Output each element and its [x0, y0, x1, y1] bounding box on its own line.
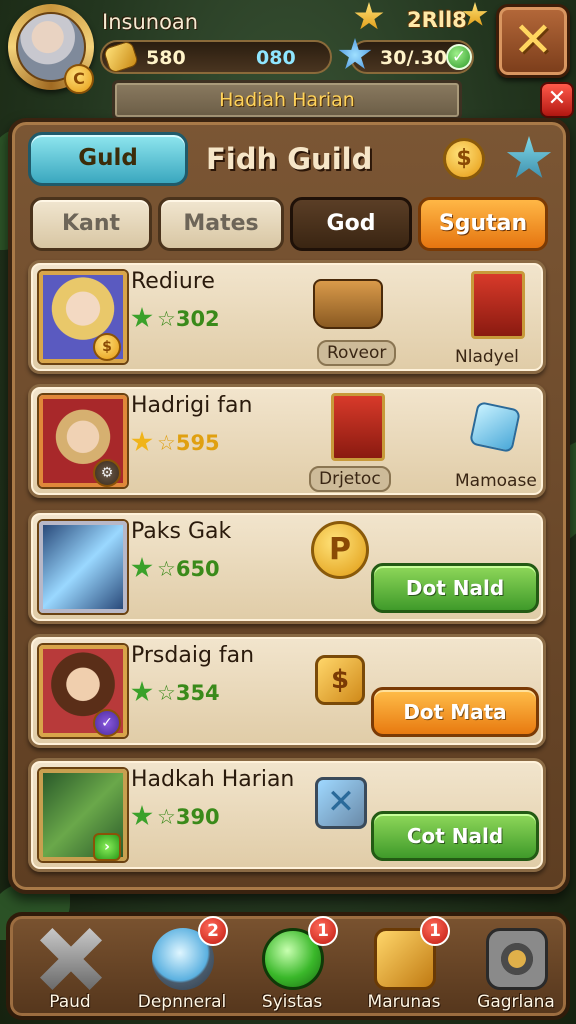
panel-title: Fidh Guild [206, 142, 373, 176]
nav-label: Marunas [367, 992, 441, 1012]
next-arrow-icon: › [93, 833, 121, 861]
tab-mates[interactable]: Mates [158, 197, 284, 251]
settings-gear-icon: ⚙ [93, 459, 121, 487]
crossed-tools-icon [40, 928, 102, 990]
member-name: Paks Gak [131, 519, 232, 544]
banner-item-icon[interactable] [471, 271, 525, 339]
member-name: Hadkah Harian [131, 767, 295, 792]
daily-reward-banner[interactable]: Hadiah Harian [112, 80, 462, 120]
star-icon [354, 2, 384, 30]
currency-bar: 580 080 [100, 40, 332, 74]
member-score: ☆595 [131, 431, 220, 455]
member-score: ☆354 [131, 681, 220, 705]
member-action-button[interactable]: Cot Nald [371, 811, 539, 861]
player-name: Insunoan [102, 10, 199, 34]
nav-label: Paud [49, 992, 91, 1012]
notification-badge: 2 [198, 916, 228, 946]
item-label: Roveor [317, 340, 397, 366]
member-name: Hadrigi fan [131, 393, 253, 418]
ice-cube-item-icon[interactable] [468, 400, 522, 454]
star-icon [131, 681, 153, 702]
star-icon [131, 805, 153, 826]
nav-item-gagrlana[interactable]: Gagrlana [460, 916, 572, 1024]
gold-amount: 580 [146, 47, 186, 69]
tab-sgutan[interactable]: Sgutan [418, 197, 548, 251]
nav-label: Depnneral [137, 992, 227, 1012]
nav-item-syistas[interactable]: 1 Syistas [236, 916, 348, 1024]
notification-badge: 1 [308, 916, 338, 946]
item-label: Nladyel [455, 347, 519, 367]
guild-member-row[interactable]: $ Rediure ☆302 Roveor Nladyel [28, 260, 546, 374]
member-score-value: ☆595 [157, 431, 220, 455]
gem-amount: 080 [256, 47, 296, 69]
guild-button[interactable]: Guld [28, 132, 188, 186]
close-button[interactable]: ✕ [496, 4, 570, 78]
member-score: ☆390 [131, 805, 220, 829]
member-score: ☆650 [131, 557, 220, 581]
anvil-item-icon[interactable] [313, 279, 383, 329]
p-coin-item-icon[interactable]: P [311, 521, 369, 579]
close-panel-button[interactable]: ✕ [540, 82, 574, 118]
item-label: Drjetoc [309, 466, 391, 492]
member-score-value: ☆390 [157, 805, 220, 829]
tab-god[interactable]: God [290, 197, 412, 251]
coin-icon: C [64, 64, 94, 94]
member-score: ☆302 [131, 307, 220, 331]
guild-member-row[interactable]: Paks Gak ☆650 P Dot Nald [28, 510, 546, 624]
member-score-value: ☆354 [157, 681, 220, 705]
star-icon [131, 557, 153, 578]
guild-member-row[interactable]: › Hadkah Harian ☆390 ✕ Cot Nald [28, 758, 546, 872]
nav-label: Syistas [261, 992, 323, 1012]
gear-icon [486, 928, 548, 990]
member-name: Prsdaig fan [131, 643, 255, 668]
gold-ingot-icon [102, 40, 140, 74]
nav-item-marunas[interactable]: 1 Marunas [348, 916, 460, 1024]
member-portrait [39, 521, 127, 613]
add-energy-button[interactable]: ✓ [446, 44, 472, 70]
bottom-navigation: Paud 2 Depnneral 1 Syistas 1 Marunas Gag… [6, 912, 570, 1020]
check-badge-icon: ✓ [93, 709, 121, 737]
top-hud: C Insunoan 580 080 2Rll8 30/.30 ✓ ✕ Hadi… [0, 0, 576, 125]
nav-item-paud[interactable]: Paud [14, 916, 126, 1024]
daily-reward-title: Hadiah Harian [219, 89, 355, 111]
energy-bar: 30/.30 ✓ [350, 40, 474, 74]
member-action-button[interactable]: Dot Nald [371, 563, 539, 613]
member-score-value: ☆302 [157, 307, 220, 331]
guild-coin-icon[interactable]: $ [443, 138, 485, 180]
energy-amount: 30/.30 [380, 47, 448, 69]
nav-label: Gagrlana [477, 992, 555, 1012]
guild-member-row[interactable]: ✓ Prsdaig fan ☆354 $ Dot Mata [28, 634, 546, 748]
nav-item-depnneral[interactable]: 2 Depnneral [126, 916, 238, 1024]
level-text: 2Rll8 [407, 8, 467, 32]
member-name: Rediure [131, 269, 215, 294]
guild-member-row[interactable]: ⚙ Hadrigi fan ☆595 Drjetoc Mamoase [28, 384, 546, 498]
dice-item-icon[interactable]: $ [315, 655, 365, 705]
item-label: Mamoase [455, 471, 537, 491]
member-action-button[interactable]: Dot Mata [371, 687, 539, 737]
star-icon [131, 307, 153, 328]
tab-kant[interactable]: Kant [30, 197, 152, 251]
star-icon [131, 431, 153, 452]
notification-badge: 1 [420, 916, 450, 946]
member-score-value: ☆650 [157, 557, 220, 581]
coin-icon: $ [93, 333, 121, 361]
crossed-tools-item-icon[interactable]: ✕ [315, 777, 367, 829]
banner-item-icon[interactable] [331, 393, 385, 461]
